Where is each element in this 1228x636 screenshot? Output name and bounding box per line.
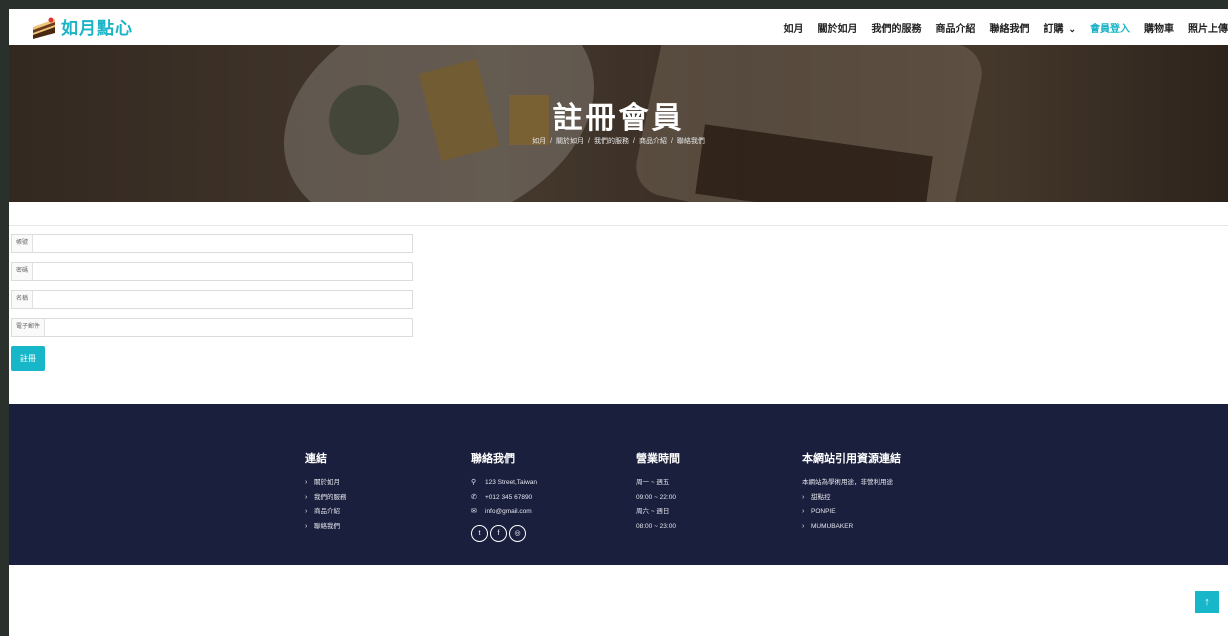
hours-line: 09:00 ~ 22:00 [636, 493, 676, 501]
twitter-icon[interactable]: t [471, 524, 488, 542]
divider [9, 225, 1228, 226]
footer-links: 連結 › 關於如月 › 我們的服務 › 商品介紹 › 聯絡我們 [305, 450, 347, 534]
breadcrumb-separator: / [670, 138, 673, 145]
hero-banner: 註冊會員 如月 / 關於如月 / 我們的服務 / 商品介紹 / 聯絡我們 [9, 45, 1228, 202]
breadcrumb-item[interactable]: 商品介紹 [639, 138, 667, 145]
breadcrumb-separator: / [633, 138, 635, 145]
social-links: t f ◎ [471, 524, 537, 542]
footer-link[interactable]: › 聯絡我們 [305, 520, 347, 535]
footer-phone: ✆ +012 345 67890 [471, 491, 537, 506]
nav-item-order[interactable]: 訂購 ⌄ [1043, 20, 1076, 35]
page-title: 註冊會員 [552, 102, 685, 135]
page: 如月點心 如月 關於如月 我們的服務 商品介紹 聯絡我們 訂購 ⌄ 會員登入 購物… [9, 9, 1228, 636]
name-field-group: 名稱 [11, 290, 413, 309]
breadcrumb-separator: / [550, 138, 553, 145]
register-form: 帳號 密碼 名稱 電子郵件 註冊 [11, 234, 413, 371]
footer-link[interactable]: › 商品介紹 [305, 505, 347, 520]
footer-link-label: 關於如月 [314, 479, 340, 486]
brand-name: 如月點心 [61, 19, 133, 38]
chevron-right-icon: › [305, 508, 308, 515]
source-link[interactable]: › MUMUBAKER [802, 520, 901, 535]
instagram-icon[interactable]: ◎ [509, 524, 526, 542]
brand[interactable]: 如月點心 [31, 14, 133, 39]
footer-links-title: 連結 [305, 453, 327, 465]
phone-icon: ✆ [471, 493, 477, 501]
footer-hours: 營業時間 周一 ~ 週五 09:00 ~ 22:00 周六 ~ 週日 08:00… [636, 450, 680, 534]
nav-item-cart[interactable]: 購物車 [1144, 20, 1174, 35]
email-label: 電子郵件 [12, 319, 46, 336]
footer-address: ⚲ 123 Street,Taiwan [471, 476, 537, 491]
footer-sources-title: 本網站引用資源連結 [802, 453, 901, 465]
nav-item-contact[interactable]: 聯絡我們 [989, 20, 1029, 35]
account-input[interactable] [33, 235, 412, 252]
breadcrumb-item[interactable]: 如月 [532, 138, 546, 145]
nav-item-services[interactable]: 我們的服務 [871, 20, 921, 35]
footer-hours-title: 營業時間 [636, 453, 680, 465]
nav-item-home[interactable]: 如月 [783, 20, 803, 35]
envelope-icon: ✉ [471, 508, 477, 515]
email-field-group: 電子郵件 [11, 318, 413, 337]
chevron-right-icon: › [802, 493, 805, 501]
footer-link[interactable]: › 關於如月 [305, 476, 347, 491]
chevron-down-icon: ⌄ [1068, 23, 1076, 34]
footer-sources-note: 本網站為學術用途，非營利用途 [802, 479, 893, 486]
chevron-right-icon: › [305, 493, 308, 501]
chevron-right-icon: › [305, 479, 308, 486]
map-marker-icon: ⚲ [471, 479, 477, 486]
breadcrumb: 如月 / 關於如月 / 我們的服務 / 商品介紹 / 聯絡我們 [9, 136, 1228, 146]
source-link-label: 甜點控 [811, 493, 831, 501]
nav-item-products[interactable]: 商品介紹 [935, 20, 975, 35]
nav-item-member-login[interactable]: 會員登入 [1090, 20, 1130, 35]
cake-logo-icon [33, 17, 55, 39]
password-input[interactable] [33, 263, 412, 280]
source-link[interactable]: › PONPIE [802, 505, 901, 520]
email-input[interactable] [45, 319, 412, 336]
breadcrumb-item[interactable]: 聯絡我們 [677, 138, 705, 145]
source-link[interactable]: › 甜點控 [802, 491, 901, 506]
footer-phone-text: +012 345 67890 [485, 493, 533, 501]
nav-item-order-label: 訂購 [1043, 23, 1064, 35]
footer: 連結 › 關於如月 › 我們的服務 › 商品介紹 › 聯絡我們 聯絡我們 ⚲ 123 St… [9, 404, 1228, 565]
navbar: 如月點心 如月 關於如月 我們的服務 商品介紹 聯絡我們 訂購 ⌄ 會員登入 購物… [9, 9, 1228, 45]
footer-sources: 本網站引用資源連結 本網站為學術用途，非營利用途 › 甜點控 › PONPIE › M… [802, 450, 901, 534]
hours-line: 08:00 ~ 23:00 [636, 522, 676, 530]
footer-link-label: 聯絡我們 [314, 522, 340, 530]
footer-address-text: 123 Street,Taiwan [485, 479, 538, 486]
hours-line: 周一 ~ 週五 [636, 479, 670, 486]
chevron-right-icon: › [802, 522, 805, 530]
footer-email-text: info@gmail.com [485, 508, 532, 515]
footer-contact: 聯絡我們 ⚲ 123 Street,Taiwan ✆ +012 345 67890 … [471, 450, 537, 542]
main-menu: 如月 關於如月 我們的服務 商品介紹 聯絡我們 訂購 ⌄ 會員登入 購物車 照片上… [783, 9, 1228, 45]
breadcrumb-separator: / [588, 138, 590, 145]
breadcrumb-item[interactable]: 我們的服務 [594, 138, 629, 145]
chevron-right-icon: › [802, 508, 805, 515]
account-field-group: 帳號 [11, 234, 413, 253]
account-label: 帳號 [12, 235, 34, 252]
footer-link-label: 商品介紹 [314, 508, 340, 515]
footer-link[interactable]: › 我們的服務 [305, 491, 347, 506]
hours-line: 周六 ~ 週日 [636, 508, 670, 515]
footer-email[interactable]: ✉ info@gmail.com [471, 505, 537, 520]
password-field-group: 密碼 [11, 262, 413, 281]
chevron-right-icon: › [305, 522, 308, 530]
breadcrumb-item[interactable]: 關於如月 [556, 138, 584, 145]
arrow-up-icon: ↑ [1204, 596, 1210, 608]
password-label: 密碼 [12, 263, 34, 280]
back-to-top-button[interactable]: ↑ [1195, 591, 1219, 613]
nav-item-photo-upload[interactable]: 照片上傳 [1188, 20, 1228, 35]
source-link-label: MUMUBAKER [811, 522, 854, 530]
register-button[interactable]: 註冊 [11, 346, 45, 371]
footer-link-label: 我們的服務 [314, 493, 347, 501]
facebook-icon[interactable]: f [490, 524, 507, 542]
source-link-label: PONPIE [811, 508, 836, 515]
name-input[interactable] [33, 291, 412, 308]
footer-contact-title: 聯絡我們 [471, 453, 515, 465]
nav-item-about[interactable]: 關於如月 [817, 20, 857, 35]
name-label: 名稱 [12, 291, 34, 308]
